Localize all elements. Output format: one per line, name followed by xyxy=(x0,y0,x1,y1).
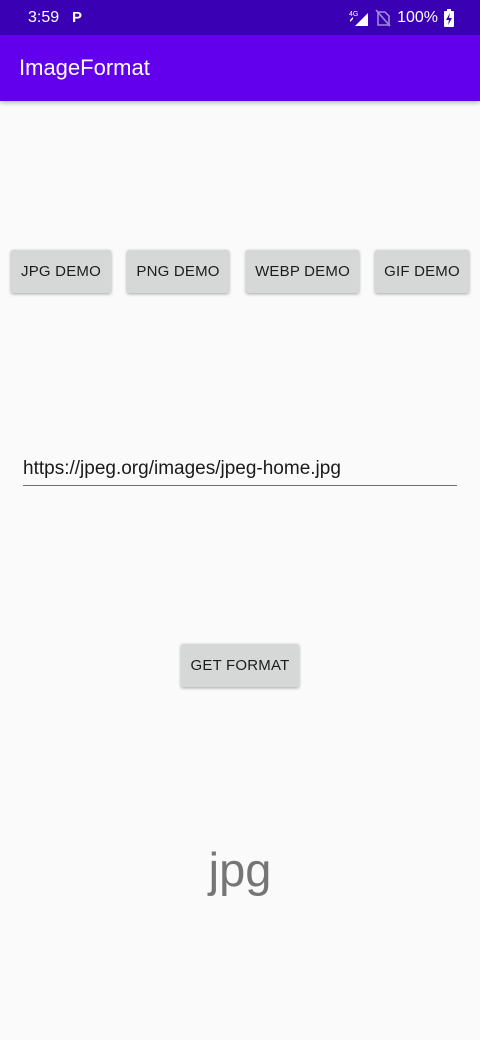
get-format-button[interactable]: GET FORMAT xyxy=(181,644,299,687)
webp-demo-button[interactable]: WEBP DEMO xyxy=(246,250,359,293)
gif-demo-button[interactable]: GIF DEMO xyxy=(375,250,469,293)
app-title: ImageFormat xyxy=(19,55,150,80)
url-input[interactable] xyxy=(23,452,457,486)
status-time: 3:59 xyxy=(28,9,60,26)
status-icons: 4G 100% xyxy=(347,7,454,29)
parking-p-icon: P xyxy=(72,9,83,26)
jpg-demo-button[interactable]: JPG DEMO xyxy=(11,250,111,293)
png-demo-button[interactable]: PNG DEMO xyxy=(127,250,229,293)
format-result: jpg xyxy=(208,843,272,896)
svg-text:4G: 4G xyxy=(349,11,358,18)
app-bar: ImageFormat xyxy=(0,35,480,101)
signal-4g-icon: 4G xyxy=(349,11,369,26)
no-sim-icon xyxy=(375,9,391,27)
status-bar: 3:59 P 4G 100% xyxy=(0,0,480,35)
battery-percent: 100% xyxy=(397,9,438,26)
battery-charging-icon xyxy=(444,9,454,27)
